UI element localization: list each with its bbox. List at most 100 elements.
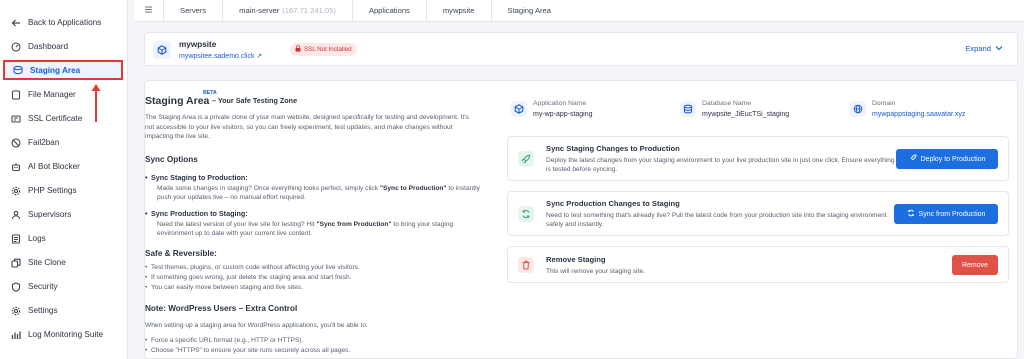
sidebar-item-label: Log Monitoring Suite [28,330,104,339]
deploy-description: Deploy the latest changes from your stag… [546,157,895,174]
certificate-icon [10,113,22,125]
sidebar-item-logs[interactable]: Logs [3,229,123,248]
breadcrumb-server[interactable]: main-server (167.71.241.05) [223,0,353,22]
logs-icon [10,233,22,245]
application-name-label: Application Name [533,100,587,107]
lock-icon [295,45,301,54]
sidebar-item-supervisors[interactable]: Supervisors [3,205,123,224]
globe-icon [850,101,866,117]
deploy-to-production-button[interactable]: Deploy to Production [896,149,998,169]
ban-icon [10,137,22,149]
database-name-label: Database Name [702,100,752,107]
sync-from-production-desc: Need the latest version of your live sit… [157,221,454,238]
domain-link[interactable]: mywpappstaging.saavatar.xyz [872,111,965,118]
sidebar-item-label: Dashboard [28,42,69,51]
sidebar-item-label: File Manager [28,90,76,99]
rocket-icon [518,151,534,167]
remove-staging-card: Remove Staging This will remove your sta… [507,246,1009,283]
sidebar-item-ssl-certificate[interactable]: SSL Certificate [3,109,123,128]
breadcrumb-applications[interactable]: Applications [353,0,427,22]
list-item: Force a specific URL format (e.g., HTTP … [145,337,303,344]
sidebar-item-staging-area[interactable]: Staging Area [3,60,123,80]
annotation-arrow [91,84,101,122]
sync-description: Need to test something that's already li… [546,212,887,229]
remove-staging-button[interactable]: Remove [952,255,998,275]
page-title: Staging Area [145,95,210,107]
sync-icon [518,206,534,222]
list-item: You can easily move between staging and … [145,284,303,291]
breadcrumb: Servers main-server (167.71.241.05) Appl… [134,0,1024,22]
sidebar-item-label: Back to Applications [28,18,102,27]
chart-icon [10,329,22,341]
file-icon [10,89,22,101]
breadcrumb-home[interactable] [134,0,164,22]
remove-title: Remove Staging [546,255,606,264]
sidebar-item-site-clone[interactable]: Site Clone [3,253,123,272]
staging-icon [12,64,24,76]
domain-label: Domain [872,100,896,107]
sidebar: Back to Applications Dashboard Staging A… [0,0,128,359]
intro-paragraph: The Staging Area is a private clone of y… [145,114,469,141]
wordpress-icon [153,41,171,59]
deploy-title: Sync Staging Changes to Production [546,144,680,153]
sync-title: Sync Production Changes to Staging [546,199,680,208]
safe-reversible-heading: Safe & Reversible: [145,249,217,258]
application-icon [511,101,527,117]
site-name: mywpsite [179,40,217,49]
grid-icon [144,5,153,16]
breadcrumb-servers[interactable]: Servers [164,0,224,22]
sidebar-item-ai-bot-blocker[interactable]: AI Bot Blocker [3,157,123,176]
sidebar-item-log-monitoring-suite[interactable]: Log Monitoring Suite [3,325,123,344]
breadcrumb-current: Staging Area [507,6,552,15]
clone-icon [10,257,22,269]
sidebar-item-label: Site Clone [28,258,66,267]
sidebar-item-label: Staging Area [30,65,81,75]
sidebar-item-security[interactable]: Security [3,277,123,296]
sidebar-item-label: Supervisors [28,210,72,219]
sidebar-item-back-to-applications[interactable]: Back to Applications [3,13,123,32]
database-icon [680,101,696,117]
gear-icon [10,305,22,317]
sync-from-production-title: Sync Production to Staging: [145,209,248,218]
sidebar-item-php-settings[interactable]: PHP Settings [3,181,123,200]
server-ip: (167.71.241.05) [282,6,336,15]
sidebar-item-settings[interactable]: Settings [3,301,123,320]
site-header-card: mywpsite mywpsitee.sademo.click ↗ SSL No… [144,32,1018,66]
bot-icon [10,161,22,173]
sidebar-item-dashboard[interactable]: Dashboard [3,37,123,56]
wordpress-note-text: When setting up a staging area for WordP… [145,322,368,329]
sync-from-production-button[interactable]: Sync from Production [894,204,998,224]
staging-intro: Staging Area BETA – Your Safe Testing Zo… [145,81,501,359]
sync-options-heading: Sync Options [145,155,198,164]
breadcrumb-site[interactable]: mywpsite [427,0,492,22]
database-name-value: mywpsite_JiEucTSi_staging [702,111,790,118]
wordpress-note-heading: Note: WordPress Users – Extra Control [145,304,298,313]
page-subtitle: – Your Safe Testing Zone [212,96,298,105]
sync-icon [907,209,915,219]
sync-to-production-card: Sync Staging Changes to Production Deplo… [507,136,1009,181]
sidebar-item-fail2ban[interactable]: Fail2ban [3,133,123,152]
remove-description: This will remove your staging site. [546,268,645,275]
sync-from-production-card: Sync Production Changes to Staging Need … [507,191,1009,236]
ssl-status-badge: SSL Not Installed [290,43,357,56]
sidebar-item-file-manager[interactable]: File Manager [3,85,123,104]
expand-button[interactable]: Expand [965,44,1003,53]
list-item: If something goes wrong, just delete the… [145,274,351,281]
sync-to-production-desc: Made some changes in staging? Once every… [157,185,480,202]
sidebar-item-label: Fail2ban [28,138,60,147]
supervisor-icon [10,209,22,221]
chevron-down-icon [995,44,1003,53]
sync-to-production-title: Sync Staging to Production: [145,173,248,182]
sidebar-item-label: PHP Settings [28,186,77,195]
site-url-link[interactable]: mywpsitee.sademo.click ↗ [179,52,262,60]
sidebar-item-label: Logs [28,234,46,243]
staging-panel: Staging Area BETA – Your Safe Testing Zo… [144,80,1018,359]
rocket-icon [909,154,917,164]
trash-icon [518,257,534,273]
sidebar-item-label: Settings [28,306,58,315]
list-item: Choose "HTTPS" to ensure your site runs … [145,347,350,354]
gear-icon [10,185,22,197]
dashboard-icon [10,41,22,53]
sidebar-item-label: AI Bot Blocker [28,162,80,171]
shield-icon [10,281,22,293]
